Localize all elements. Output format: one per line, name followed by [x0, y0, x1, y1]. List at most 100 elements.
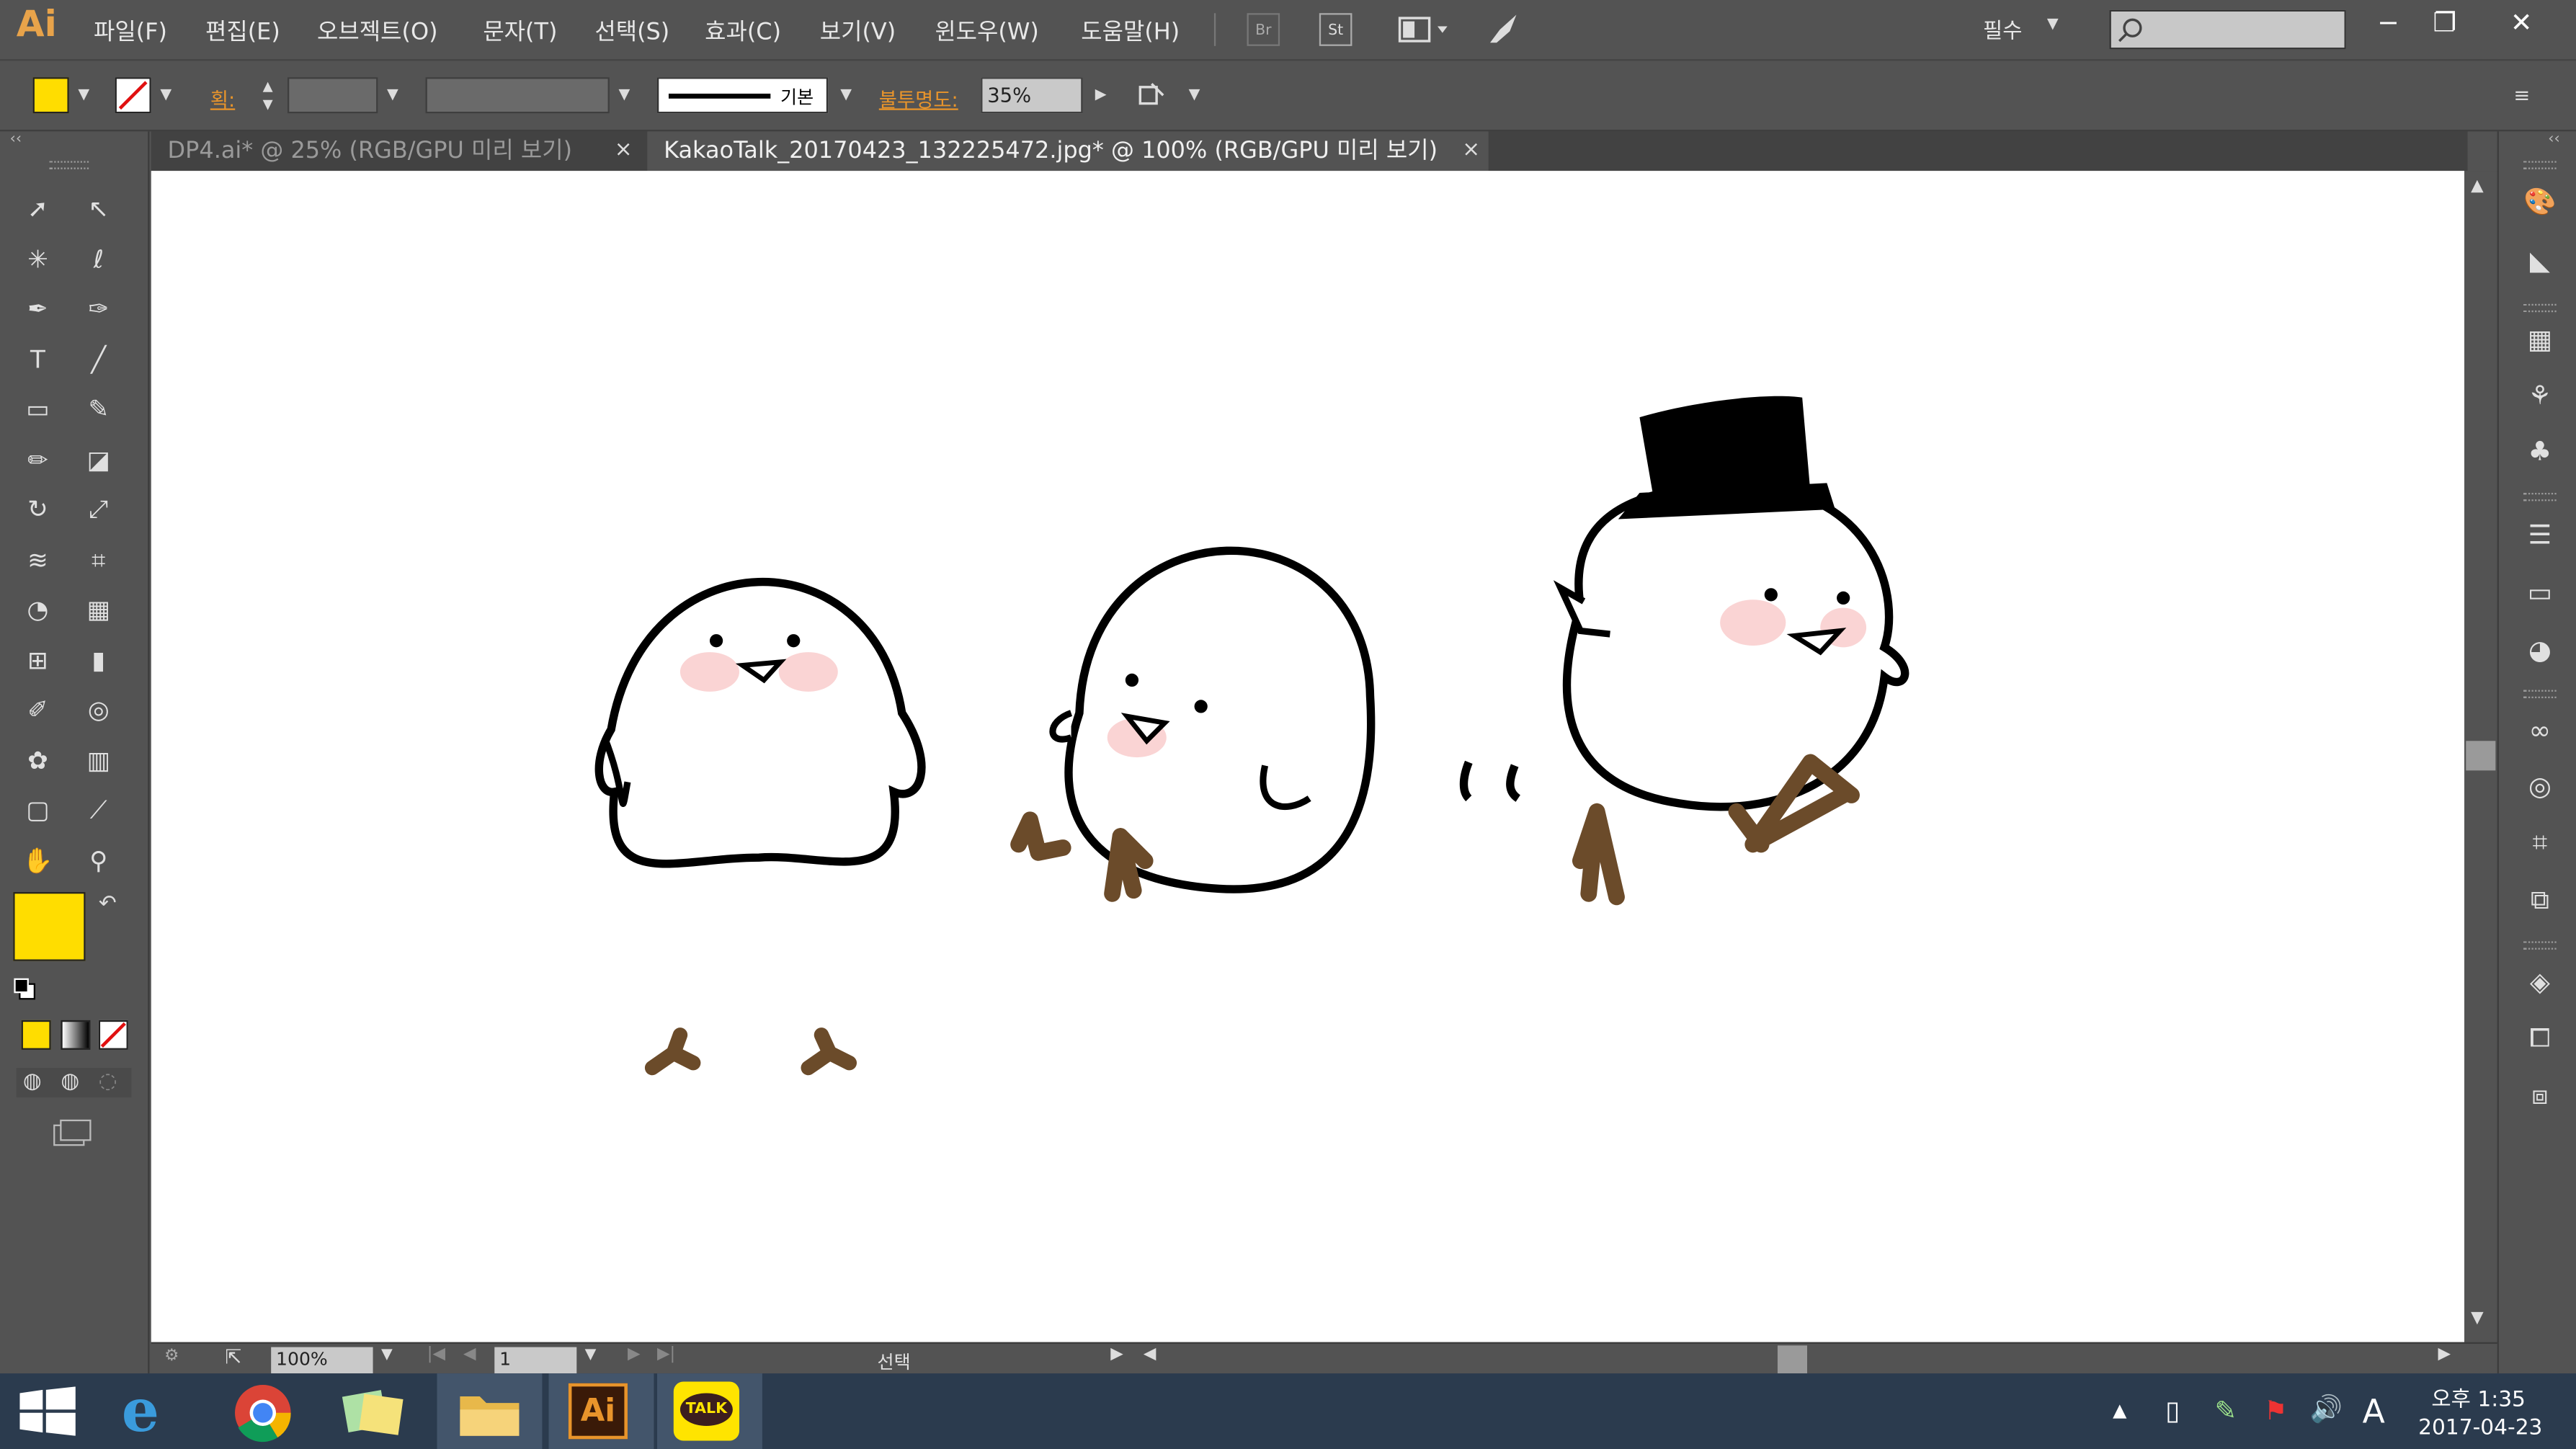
shape-builder-tool[interactable]: ◔	[17, 588, 59, 630]
transform-icon[interactable]: ⌗	[2522, 825, 2558, 861]
control-bar-menu-icon[interactable]: ≡	[2513, 84, 2530, 107]
color-mode-button[interactable]	[21, 1020, 51, 1050]
scroll-up-icon[interactable]: ▲	[2471, 177, 2484, 195]
screen-mode-button[interactable]	[49, 1117, 92, 1150]
brush-definition-field[interactable]: 기본	[657, 77, 829, 114]
artboard-tool[interactable]: ▢	[17, 788, 59, 831]
symbol-sprayer-tool[interactable]: ✿	[17, 739, 59, 781]
fill-dropdown-icon[interactable]: ▼	[72, 79, 95, 112]
action-center-flag-icon[interactable]: ⚑	[2264, 1395, 2288, 1426]
collapse-panel-icon[interactable]: ‹‹	[10, 131, 22, 148]
stroke-dropdown-icon[interactable]: ▼	[154, 79, 177, 112]
opacity-label[interactable]: 불투명도:	[879, 86, 958, 114]
zoom-tool[interactable]: ⚲	[77, 839, 120, 881]
cc-libraries-icon[interactable]: ∞	[2522, 713, 2558, 749]
bridge-button[interactable]: Br	[1247, 13, 1280, 46]
tab-dp4[interactable]: DP4.ai* @ 25% (RGB/GPU 미리 보기)	[151, 131, 644, 171]
pen-tray-icon[interactable]: ✎	[2214, 1395, 2237, 1426]
curvature-tool[interactable]: ✑	[77, 287, 120, 330]
artboard-number-field[interactable]: 1	[494, 1347, 577, 1374]
gradient-tool[interactable]: ▮	[77, 638, 120, 681]
scroll-left-icon[interactable]: ◀	[1144, 1345, 1156, 1363]
artboard-dropdown-icon[interactable]: ▼	[585, 1347, 597, 1364]
sticky-notes-button[interactable]	[322, 1373, 427, 1449]
zoom-field[interactable]: 100%	[271, 1347, 373, 1374]
profile-dropdown-icon[interactable]: ▼	[612, 79, 636, 112]
artboards-icon[interactable]: ⧠	[2522, 1020, 2558, 1056]
magic-wand-tool[interactable]: ✳	[17, 237, 59, 280]
menu-help[interactable]: 도움말(H)	[1081, 15, 1180, 48]
horizontal-scroll-thumb[interactable]	[1777, 1345, 1807, 1374]
scroll-right-icon[interactable]: ▶	[2438, 1345, 2451, 1363]
rotate-tool[interactable]: ↻	[17, 488, 59, 530]
clock-time[interactable]: 오후 1:35	[2431, 1381, 2526, 1413]
last-artboard-icon[interactable]: ▶|	[657, 1345, 675, 1363]
opacity-arrow-icon[interactable]: ▶	[1089, 79, 1113, 112]
tab-close-icon[interactable]: ×	[1462, 138, 1480, 163]
stroke-weight-dropdown-icon[interactable]: ▼	[381, 79, 404, 112]
menu-edit[interactable]: 편집(E)	[205, 15, 280, 48]
variable-width-profile-field[interactable]	[425, 77, 610, 114]
stroke-weight-stepper[interactable]: ▲ ▼	[251, 77, 285, 113]
align-icon[interactable]: ⧉	[2522, 882, 2558, 918]
draw-normal-icon[interactable]: ◍	[23, 1069, 42, 1094]
paintbrush-tool[interactable]: ✎	[77, 388, 120, 430]
brush-dropdown-icon[interactable]: ▼	[834, 79, 857, 112]
appearance-icon[interactable]: ◎	[2522, 769, 2558, 805]
direct-selection-tool[interactable]: ↖	[77, 187, 120, 230]
fill-swatch[interactable]	[32, 77, 69, 114]
color-icon[interactable]: 🎨	[2522, 184, 2558, 220]
transparency-icon[interactable]: ◕	[2522, 633, 2558, 669]
menu-select[interactable]: 선택(S)	[594, 15, 669, 48]
gradient-icon[interactable]: ▭	[2522, 575, 2558, 611]
stroke-icon[interactable]: ☰	[2522, 517, 2558, 553]
gpu-status-icon[interactable]: ⚙	[164, 1347, 179, 1365]
volume-icon[interactable]: 🔊	[2310, 1393, 2343, 1424]
artboard-canvas[interactable]	[151, 171, 2464, 1342]
vertical-scrollbar[interactable]: ▲ ▼	[2464, 171, 2497, 1342]
workspace-chevron-icon[interactable]: ▼	[2047, 17, 2059, 33]
internet-explorer-button[interactable]: e	[99, 1373, 204, 1449]
close-window-button[interactable]: ✕	[2510, 6, 2533, 37]
ime-indicator[interactable]: A	[2363, 1391, 2385, 1431]
file-explorer-button[interactable]	[437, 1373, 543, 1449]
eyedropper-tool[interactable]: ✐	[17, 688, 59, 731]
clock-date[interactable]: 2017-04-23	[2418, 1416, 2542, 1440]
pathfinder-icon[interactable]: ⧈	[2522, 1078, 2558, 1114]
vertical-scroll-thumb[interactable]	[2466, 741, 2496, 771]
color-guide-icon[interactable]: ◣	[2522, 243, 2558, 279]
draw-inside-icon[interactable]: ◌	[99, 1069, 117, 1094]
tab-kakaotalk-image[interactable]: KakaoTalk_20170423_132225472.jpg* @ 100%…	[647, 131, 1489, 171]
device-icon[interactable]: ▯	[2165, 1395, 2180, 1426]
layers-icon[interactable]: ◈	[2522, 964, 2558, 1000]
next-artboard-icon[interactable]: ▶	[628, 1345, 641, 1363]
arrange-documents-button[interactable]	[1396, 13, 1453, 46]
none-mode-button[interactable]	[98, 1020, 128, 1050]
hand-tool[interactable]: ✋	[17, 839, 59, 881]
gradient-mode-button[interactable]	[61, 1020, 91, 1050]
menu-view[interactable]: 보기(V)	[820, 15, 896, 48]
chrome-button[interactable]	[210, 1373, 316, 1449]
recolor-dropdown-icon[interactable]: ▼	[1183, 79, 1206, 112]
menu-type[interactable]: 문자(T)	[483, 15, 557, 48]
column-graph-tool[interactable]: ▥	[77, 739, 120, 781]
opacity-field[interactable]: 35%	[981, 77, 1083, 114]
start-button[interactable]	[0, 1373, 105, 1449]
menu-effect[interactable]: 효과(C)	[705, 15, 781, 48]
tab-close-icon[interactable]: ×	[615, 138, 633, 163]
restore-button[interactable]: ❐	[2433, 6, 2457, 37]
menu-file[interactable]: 파일(F)	[94, 15, 167, 48]
swap-colors-icon[interactable]: ↶	[99, 892, 117, 917]
mesh-tool[interactable]: ⊞	[17, 638, 59, 681]
eraser-tool[interactable]: ◪	[77, 438, 120, 481]
fill-color-box[interactable]	[13, 892, 86, 961]
slice-tool[interactable]: ⟋	[77, 788, 120, 831]
scroll-down-icon[interactable]: ▼	[2471, 1309, 2484, 1327]
width-tool[interactable]: ≋	[17, 538, 59, 581]
expand-panels-icon[interactable]: ‹‹	[2548, 131, 2559, 148]
workspace-switcher[interactable]: 필수	[1983, 13, 2023, 44]
stroke-swatch[interactable]	[115, 77, 151, 114]
illustrator-button[interactable]: Ai	[548, 1373, 654, 1449]
stock-button[interactable]: St	[1319, 13, 1352, 46]
free-transform-tool[interactable]: ⌗	[77, 538, 120, 581]
